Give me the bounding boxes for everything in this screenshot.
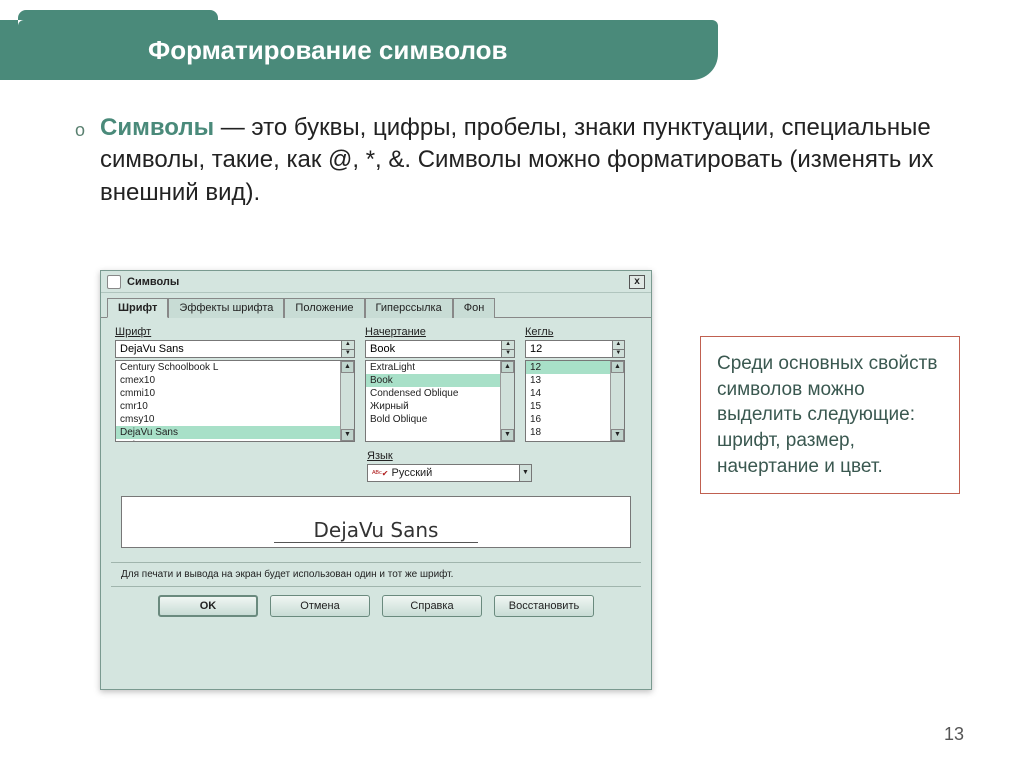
body-rest: — это буквы, цифры, пробелы, знаки пункт… [100,114,933,206]
cancel-button[interactable]: Отмена [270,595,370,617]
font-option-selected[interactable]: DejaVu Sans [116,426,340,439]
font-option[interactable]: cmex10 [116,374,340,387]
tab-background[interactable]: Фон [453,298,496,318]
style-input[interactable] [365,340,502,358]
style-option-selected[interactable]: Book [366,374,500,387]
font-input[interactable] [115,340,342,358]
close-button[interactable]: x [629,275,645,289]
preview-text: DejaVu Sans [274,518,479,543]
accent-bar [0,20,18,80]
style-label: Начертание [365,326,515,338]
font-option[interactable]: cmmi10 [116,387,340,400]
size-option[interactable]: 14 [526,387,610,400]
dialog-icon [107,275,121,289]
font-listbox[interactable]: Century Schoolbook L cmex10 cmmi10 cmr10… [115,360,355,442]
size-option[interactable]: 18 [526,426,610,439]
title-tab-shape [18,10,218,20]
dialog-tabs: Шрифт Эффекты шрифта Положение Гиперссыл… [101,293,651,318]
style-option[interactable]: Condensed Oblique [366,387,500,400]
reset-button[interactable]: Восстановить [494,595,594,617]
character-dialog: Символы x Шрифт Эффекты шрифта Положение… [100,270,652,690]
scroll-up-icon[interactable]: ▲ [501,361,514,373]
scroll-down-icon[interactable]: ▼ [341,429,354,441]
size-option[interactable]: 20 [526,439,610,442]
font-option[interactable]: DejaVu Sans Mono [116,439,340,442]
language-value: Русский [391,467,432,479]
style-listbox[interactable]: ExtraLight Book Condensed Oblique Жирный… [365,360,515,442]
page-number: 13 [944,724,964,745]
size-option-selected[interactable]: 12 [526,361,610,374]
combo-dropdown-icon[interactable]: ▼ [519,464,532,482]
scroll-up-icon[interactable]: ▲ [611,361,624,373]
size-option[interactable]: 15 [526,400,610,413]
status-text: Для печати и вывода на экран будет испол… [111,562,641,587]
style-spinner[interactable]: ▲▼ [502,340,515,358]
size-option[interactable]: 16 [526,413,610,426]
font-spinner[interactable]: ▲▼ [342,340,355,358]
dialog-title: Символы [127,276,179,288]
ok-button[interactable]: OK [158,595,258,617]
side-note: Среди основных свойств символов можно вы… [700,336,960,494]
font-option[interactable]: Century Schoolbook L [116,361,340,374]
font-scrollbar[interactable]: ▲ ▼ [340,361,354,441]
size-input[interactable] [525,340,613,358]
style-option[interactable]: Жирный [366,400,500,413]
dialog-button-row: OK Отмена Справка Восстановить [101,587,651,625]
bullet-marker: o [75,120,85,141]
tab-position[interactable]: Положение [284,298,364,318]
size-label: Кегль [525,326,625,338]
dialog-titlebar: Символы x [101,271,651,293]
tab-hyperlink[interactable]: Гиперссылка [365,298,453,318]
scroll-down-icon[interactable]: ▼ [501,429,514,441]
size-option[interactable]: 13 [526,374,610,387]
body-text: Символы — это буквы, цифры, пробелы, зна… [100,112,934,209]
preview-box: DejaVu Sans [121,496,631,548]
size-scrollbar[interactable]: ▲ ▼ [610,361,624,441]
body-strong: Символы [100,114,214,141]
tab-effects[interactable]: Эффекты шрифта [168,298,284,318]
language-label: Язык [367,450,637,462]
style-option[interactable]: ExtraLight [366,361,500,374]
slide-title-bar: Форматирование символов [18,20,718,80]
scroll-up-icon[interactable]: ▲ [341,361,354,373]
font-option[interactable]: cmr10 [116,400,340,413]
slide-title: Форматирование символов [148,35,508,66]
help-button[interactable]: Справка [382,595,482,617]
language-combo[interactable]: ᴬᴮᶜ✔ Русский ▼ [367,464,532,482]
size-spinner[interactable]: ▲▼ [613,340,625,358]
scroll-down-icon[interactable]: ▼ [611,429,624,441]
tab-font[interactable]: Шрифт [107,298,168,318]
style-option[interactable]: Bold Oblique [366,413,500,426]
abc-icon: ᴬᴮᶜ✔ [372,469,391,478]
font-option[interactable]: cmsy10 [116,413,340,426]
font-label: Шрифт [115,326,355,338]
size-listbox[interactable]: 12 13 14 15 16 18 20 ▲ ▼ [525,360,625,442]
style-scrollbar[interactable]: ▲ ▼ [500,361,514,441]
